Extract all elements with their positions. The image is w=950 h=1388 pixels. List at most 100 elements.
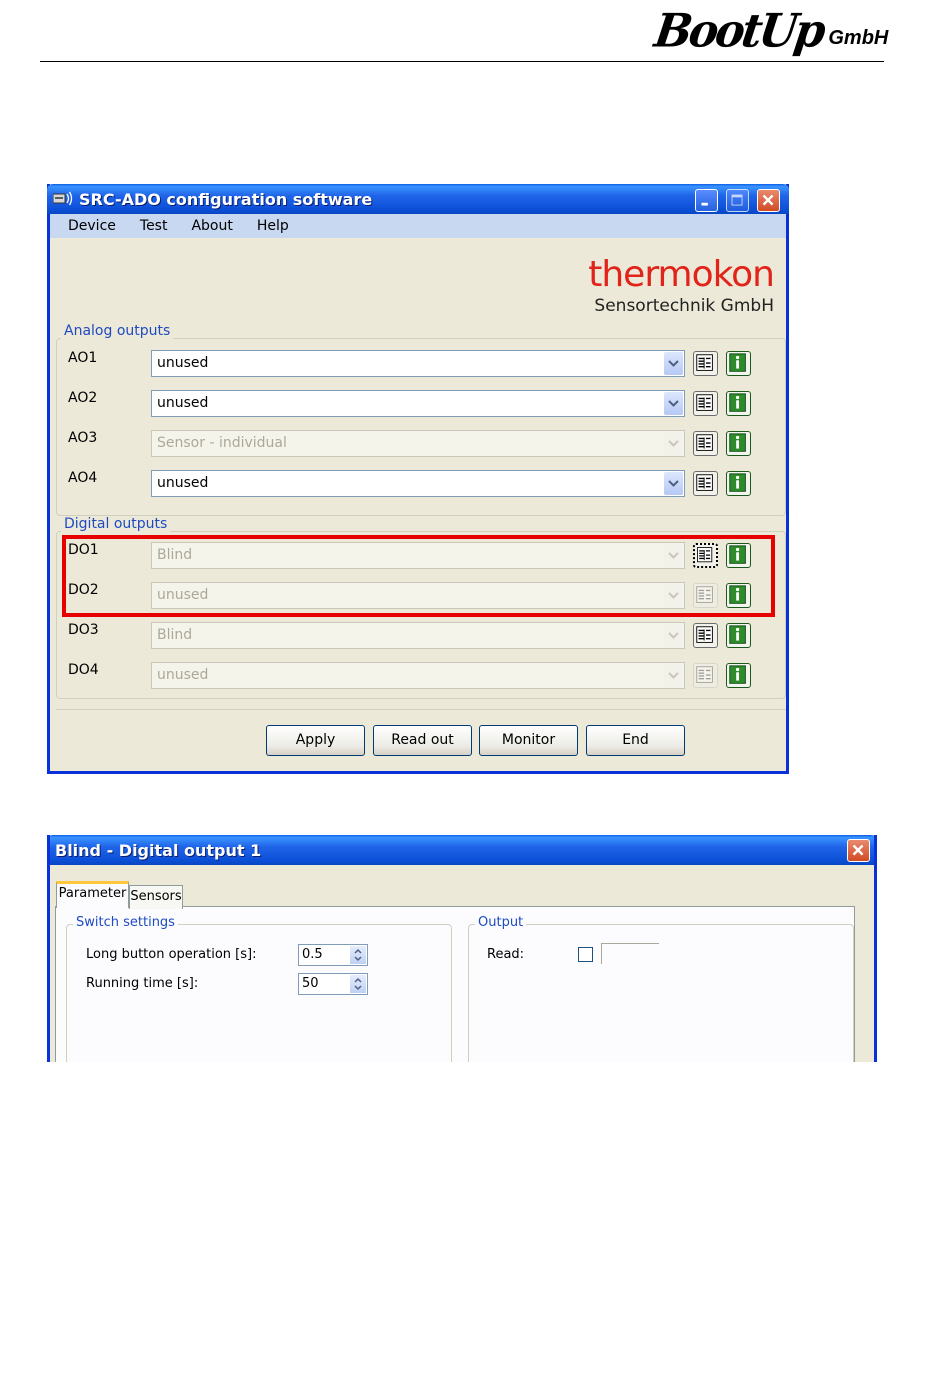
ao3-info-button[interactable] bbox=[726, 431, 751, 456]
info-icon bbox=[729, 665, 746, 684]
close-icon bbox=[852, 844, 864, 856]
ao4-label: AO4 bbox=[68, 470, 98, 486]
switch-settings-group bbox=[66, 924, 452, 1062]
tab-parameter[interactable]: Parameter bbox=[56, 881, 129, 908]
ao1-value: unused bbox=[157, 355, 209, 371]
info-icon bbox=[729, 353, 746, 372]
blind-dialog-title: Blind - Digital output 1 bbox=[55, 841, 262, 860]
blind-titlebar: Blind - Digital output 1 bbox=[50, 835, 874, 865]
tab-sensors[interactable]: Sensors bbox=[129, 885, 183, 909]
app-icon bbox=[53, 191, 73, 206]
menu-test[interactable]: Test bbox=[128, 218, 180, 234]
config-icon bbox=[696, 394, 713, 411]
highlight-box bbox=[62, 535, 775, 617]
do3-select[interactable]: Blind bbox=[151, 622, 685, 649]
chevron-down-icon[interactable] bbox=[664, 624, 683, 647]
minimize-icon bbox=[701, 202, 708, 206]
maximize-button[interactable] bbox=[726, 189, 749, 212]
bootup-logo-text: BootUp bbox=[651, 4, 827, 59]
minimize-button[interactable] bbox=[695, 189, 718, 212]
chevron-down-icon[interactable] bbox=[664, 432, 683, 455]
main-titlebar: SRC-ADO configuration software bbox=[47, 184, 789, 214]
main-window-title: SRC-ADO configuration software bbox=[79, 190, 373, 209]
ao2-select[interactable]: unused bbox=[151, 390, 685, 417]
ao4-value: unused bbox=[157, 475, 209, 491]
do3-label: DO3 bbox=[68, 622, 99, 638]
menu-help[interactable]: Help bbox=[245, 218, 301, 234]
ao1-select[interactable]: unused bbox=[151, 350, 685, 377]
header-rule bbox=[40, 61, 884, 62]
bootup-logo: BootUp GmbH bbox=[651, 4, 889, 59]
output-label: Output bbox=[475, 915, 527, 930]
chevron-down-icon[interactable] bbox=[664, 352, 683, 375]
thermokon-logo-subtext: Sensortechnik GmbH bbox=[594, 296, 774, 316]
do4-select[interactable]: unused bbox=[151, 662, 685, 689]
info-icon bbox=[729, 625, 746, 644]
chevron-down-icon[interactable] bbox=[664, 392, 683, 415]
do3-config-button[interactable] bbox=[693, 623, 718, 648]
thermokon-logo-text: thermokon bbox=[588, 254, 775, 295]
running-time-input[interactable]: 50 bbox=[298, 973, 368, 995]
info-icon bbox=[729, 473, 746, 492]
do4-info-button[interactable] bbox=[726, 663, 751, 688]
ao1-label: AO1 bbox=[68, 350, 98, 366]
config-icon bbox=[696, 474, 713, 491]
config-icon bbox=[696, 354, 713, 371]
ao3-label: AO3 bbox=[68, 430, 98, 446]
switch-settings-label: Switch settings bbox=[73, 915, 178, 930]
main-window: SRC-ADO configuration software Device Te… bbox=[47, 184, 789, 774]
ao3-config-button[interactable] bbox=[693, 431, 718, 456]
running-time-label: Running time [s]: bbox=[86, 976, 199, 991]
digital-outputs-label: Digital outputs bbox=[61, 516, 171, 532]
info-icon bbox=[729, 393, 746, 412]
do3-info-button[interactable] bbox=[726, 623, 751, 648]
spinner-icon[interactable] bbox=[350, 975, 366, 993]
menu-device[interactable]: Device bbox=[56, 218, 128, 234]
ao2-value: unused bbox=[157, 395, 209, 411]
menu-about[interactable]: About bbox=[179, 218, 244, 234]
spinner-icon[interactable] bbox=[350, 946, 366, 964]
long-button-input[interactable]: 0.5 bbox=[298, 944, 368, 966]
read-label: Read: bbox=[487, 947, 525, 962]
apply-button[interactable]: Apply bbox=[266, 725, 365, 756]
end-button[interactable]: End bbox=[586, 725, 685, 756]
do4-label: DO4 bbox=[68, 662, 99, 678]
ao4-config-button[interactable] bbox=[693, 471, 718, 496]
ao2-config-button[interactable] bbox=[693, 391, 718, 416]
close-icon bbox=[762, 194, 774, 206]
running-time-value: 50 bbox=[302, 976, 319, 991]
thermokon-logo: thermokon Sensortechnik GmbH bbox=[560, 254, 775, 320]
output-group bbox=[468, 924, 854, 1062]
read-checkbox[interactable] bbox=[578, 947, 593, 962]
ao1-info-button[interactable] bbox=[726, 351, 751, 376]
blind-dialog: Blind - Digital output 1 Parameter Senso… bbox=[47, 835, 877, 1062]
menu-bar: Device Test About Help bbox=[50, 214, 786, 238]
close-button[interactable] bbox=[757, 189, 780, 212]
ao2-label: AO2 bbox=[68, 390, 98, 406]
button-separator bbox=[56, 709, 786, 710]
monitor-button[interactable]: Monitor bbox=[479, 725, 578, 756]
chevron-down-icon[interactable] bbox=[664, 664, 683, 687]
ao4-select[interactable]: unused bbox=[151, 470, 685, 497]
chevron-down-icon[interactable] bbox=[664, 472, 683, 495]
config-icon bbox=[696, 434, 713, 451]
config-icon bbox=[696, 626, 713, 643]
ao1-config-button[interactable] bbox=[693, 351, 718, 376]
do3-value: Blind bbox=[157, 627, 193, 643]
do4-value: unused bbox=[157, 667, 209, 683]
long-button-label: Long button operation [s]: bbox=[86, 947, 257, 962]
info-icon bbox=[729, 433, 746, 452]
analog-outputs-label: Analog outputs bbox=[61, 323, 174, 339]
read-value-box bbox=[601, 943, 659, 964]
long-button-value: 0.5 bbox=[302, 947, 323, 962]
bootup-logo-gmbh: GmbH bbox=[828, 27, 889, 49]
maximize-icon bbox=[731, 194, 743, 206]
ao2-info-button[interactable] bbox=[726, 391, 751, 416]
ao3-value: Sensor - individual bbox=[157, 435, 287, 451]
read-out-button[interactable]: Read out bbox=[373, 725, 472, 756]
ao4-info-button[interactable] bbox=[726, 471, 751, 496]
config-icon bbox=[696, 666, 713, 683]
do4-config-button[interactable] bbox=[693, 663, 718, 688]
blind-close-button[interactable] bbox=[847, 839, 870, 862]
ao3-select[interactable]: Sensor - individual bbox=[151, 430, 685, 457]
